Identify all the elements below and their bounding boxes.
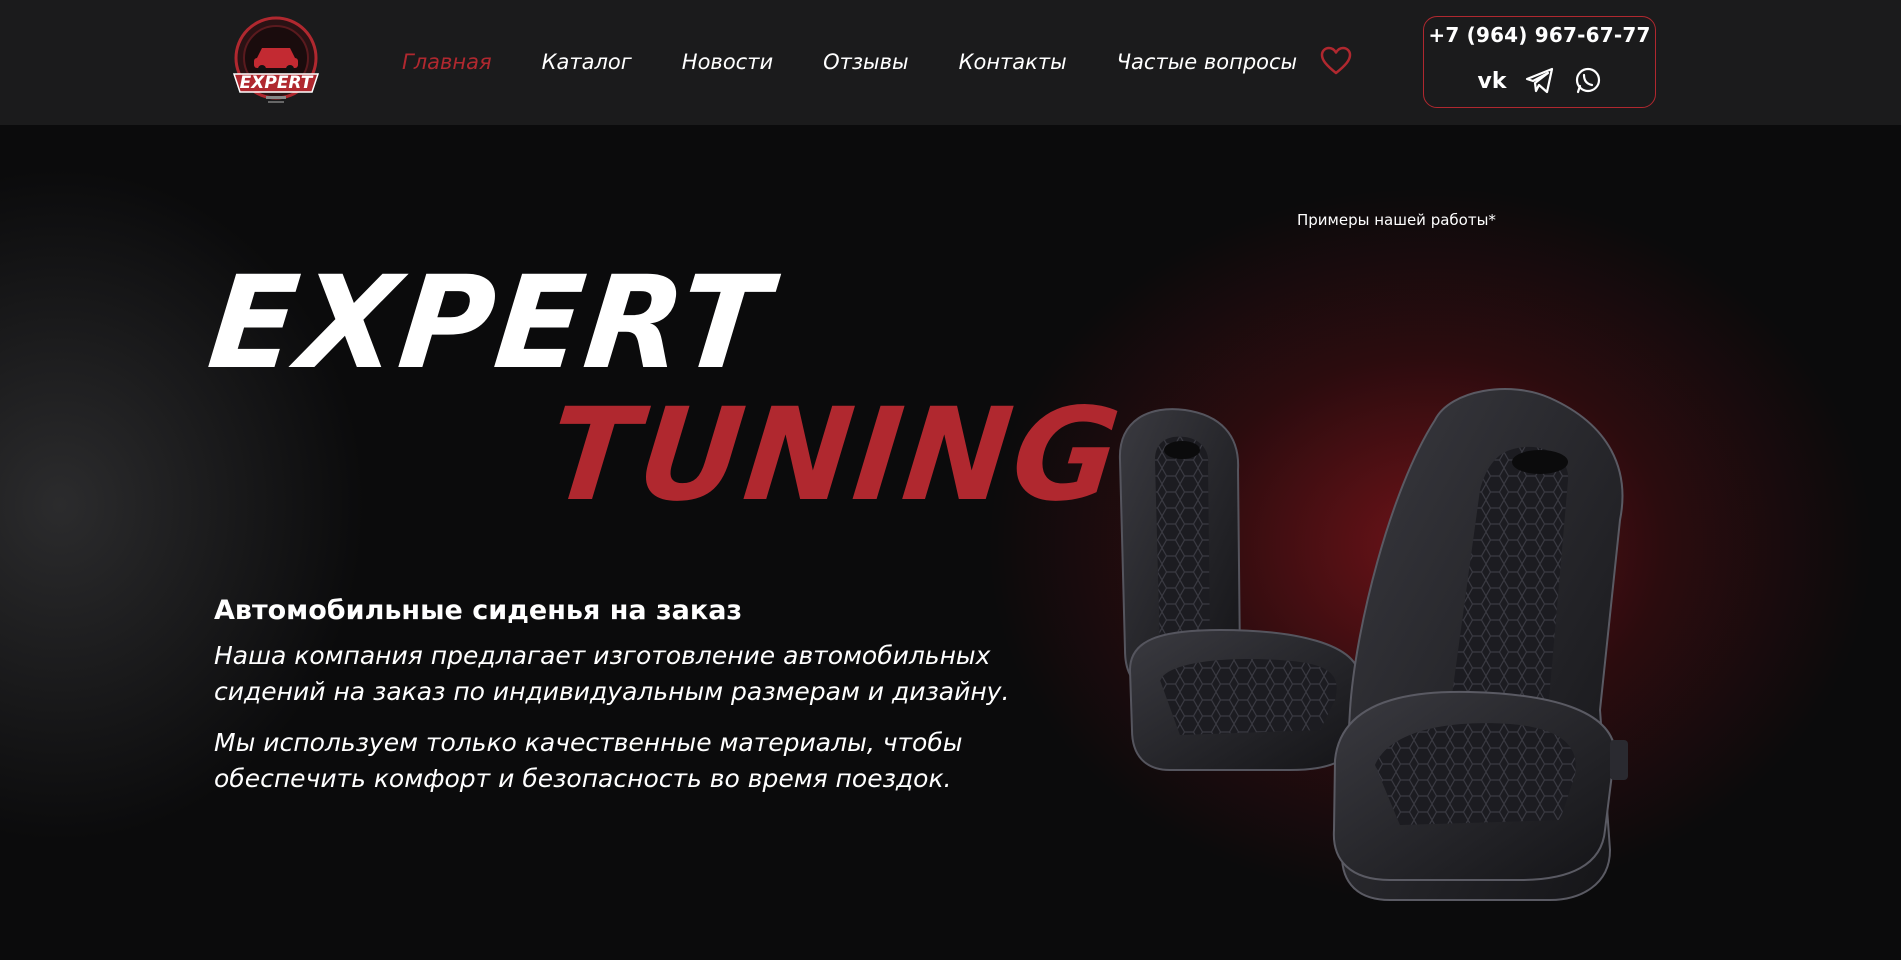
nav-item-contacts[interactable]: Контакты — [959, 50, 1067, 74]
contact-box: +7 (964) 967-67-77 vk — [1423, 16, 1656, 108]
site-header: EXPERT Главная Каталог Новости Отзывы Ко… — [0, 0, 1901, 125]
telegram-icon[interactable] — [1524, 65, 1556, 95]
hero-section: Примеры нашей работы* EXPERT TUNING Авто… — [0, 125, 1901, 960]
examples-note: Примеры нашей работы* — [1297, 211, 1496, 229]
expert-tuning-logo[interactable]: EXPERT — [228, 12, 324, 112]
nav-item-news[interactable]: Новости — [682, 50, 773, 74]
hero-paragraph-2-line-1: Мы используем только качественные матери… — [214, 728, 963, 757]
nav-item-faq[interactable]: Частые вопросы — [1117, 50, 1297, 74]
vk-icon[interactable]: vk — [1476, 65, 1508, 95]
heart-icon[interactable] — [1320, 46, 1352, 76]
nav-item-reviews[interactable]: Отзывы — [823, 50, 908, 74]
logo-text: EXPERT — [240, 73, 314, 93]
main-nav: Главная Каталог Новости Отзывы Контакты … — [402, 44, 1347, 80]
nav-item-home[interactable]: Главная — [402, 50, 492, 74]
hero-title-expert: EXPERT — [202, 249, 778, 398]
whatsapp-icon[interactable] — [1572, 65, 1604, 95]
hero-subtitle: Автомобильные сиденья на заказ — [214, 595, 743, 626]
hero-paragraph-2-line-2: обеспечить комфорт и безопасность во вре… — [214, 764, 952, 793]
hero-title-tuning: TUNING — [542, 381, 1129, 530]
svg-text:vk: vk — [1478, 69, 1508, 94]
phone-number[interactable]: +7 (964) 967-67-77 — [1424, 23, 1655, 47]
nav-item-catalog[interactable]: Каталог — [542, 50, 632, 74]
car-seats-image — [1090, 380, 1690, 940]
hero-paragraph-1-line-1: Наша компания предлагает изготовление ав… — [214, 641, 991, 670]
hero-paragraph-1-line-2: сидений на заказ по индивидуальным разме… — [214, 677, 1010, 706]
